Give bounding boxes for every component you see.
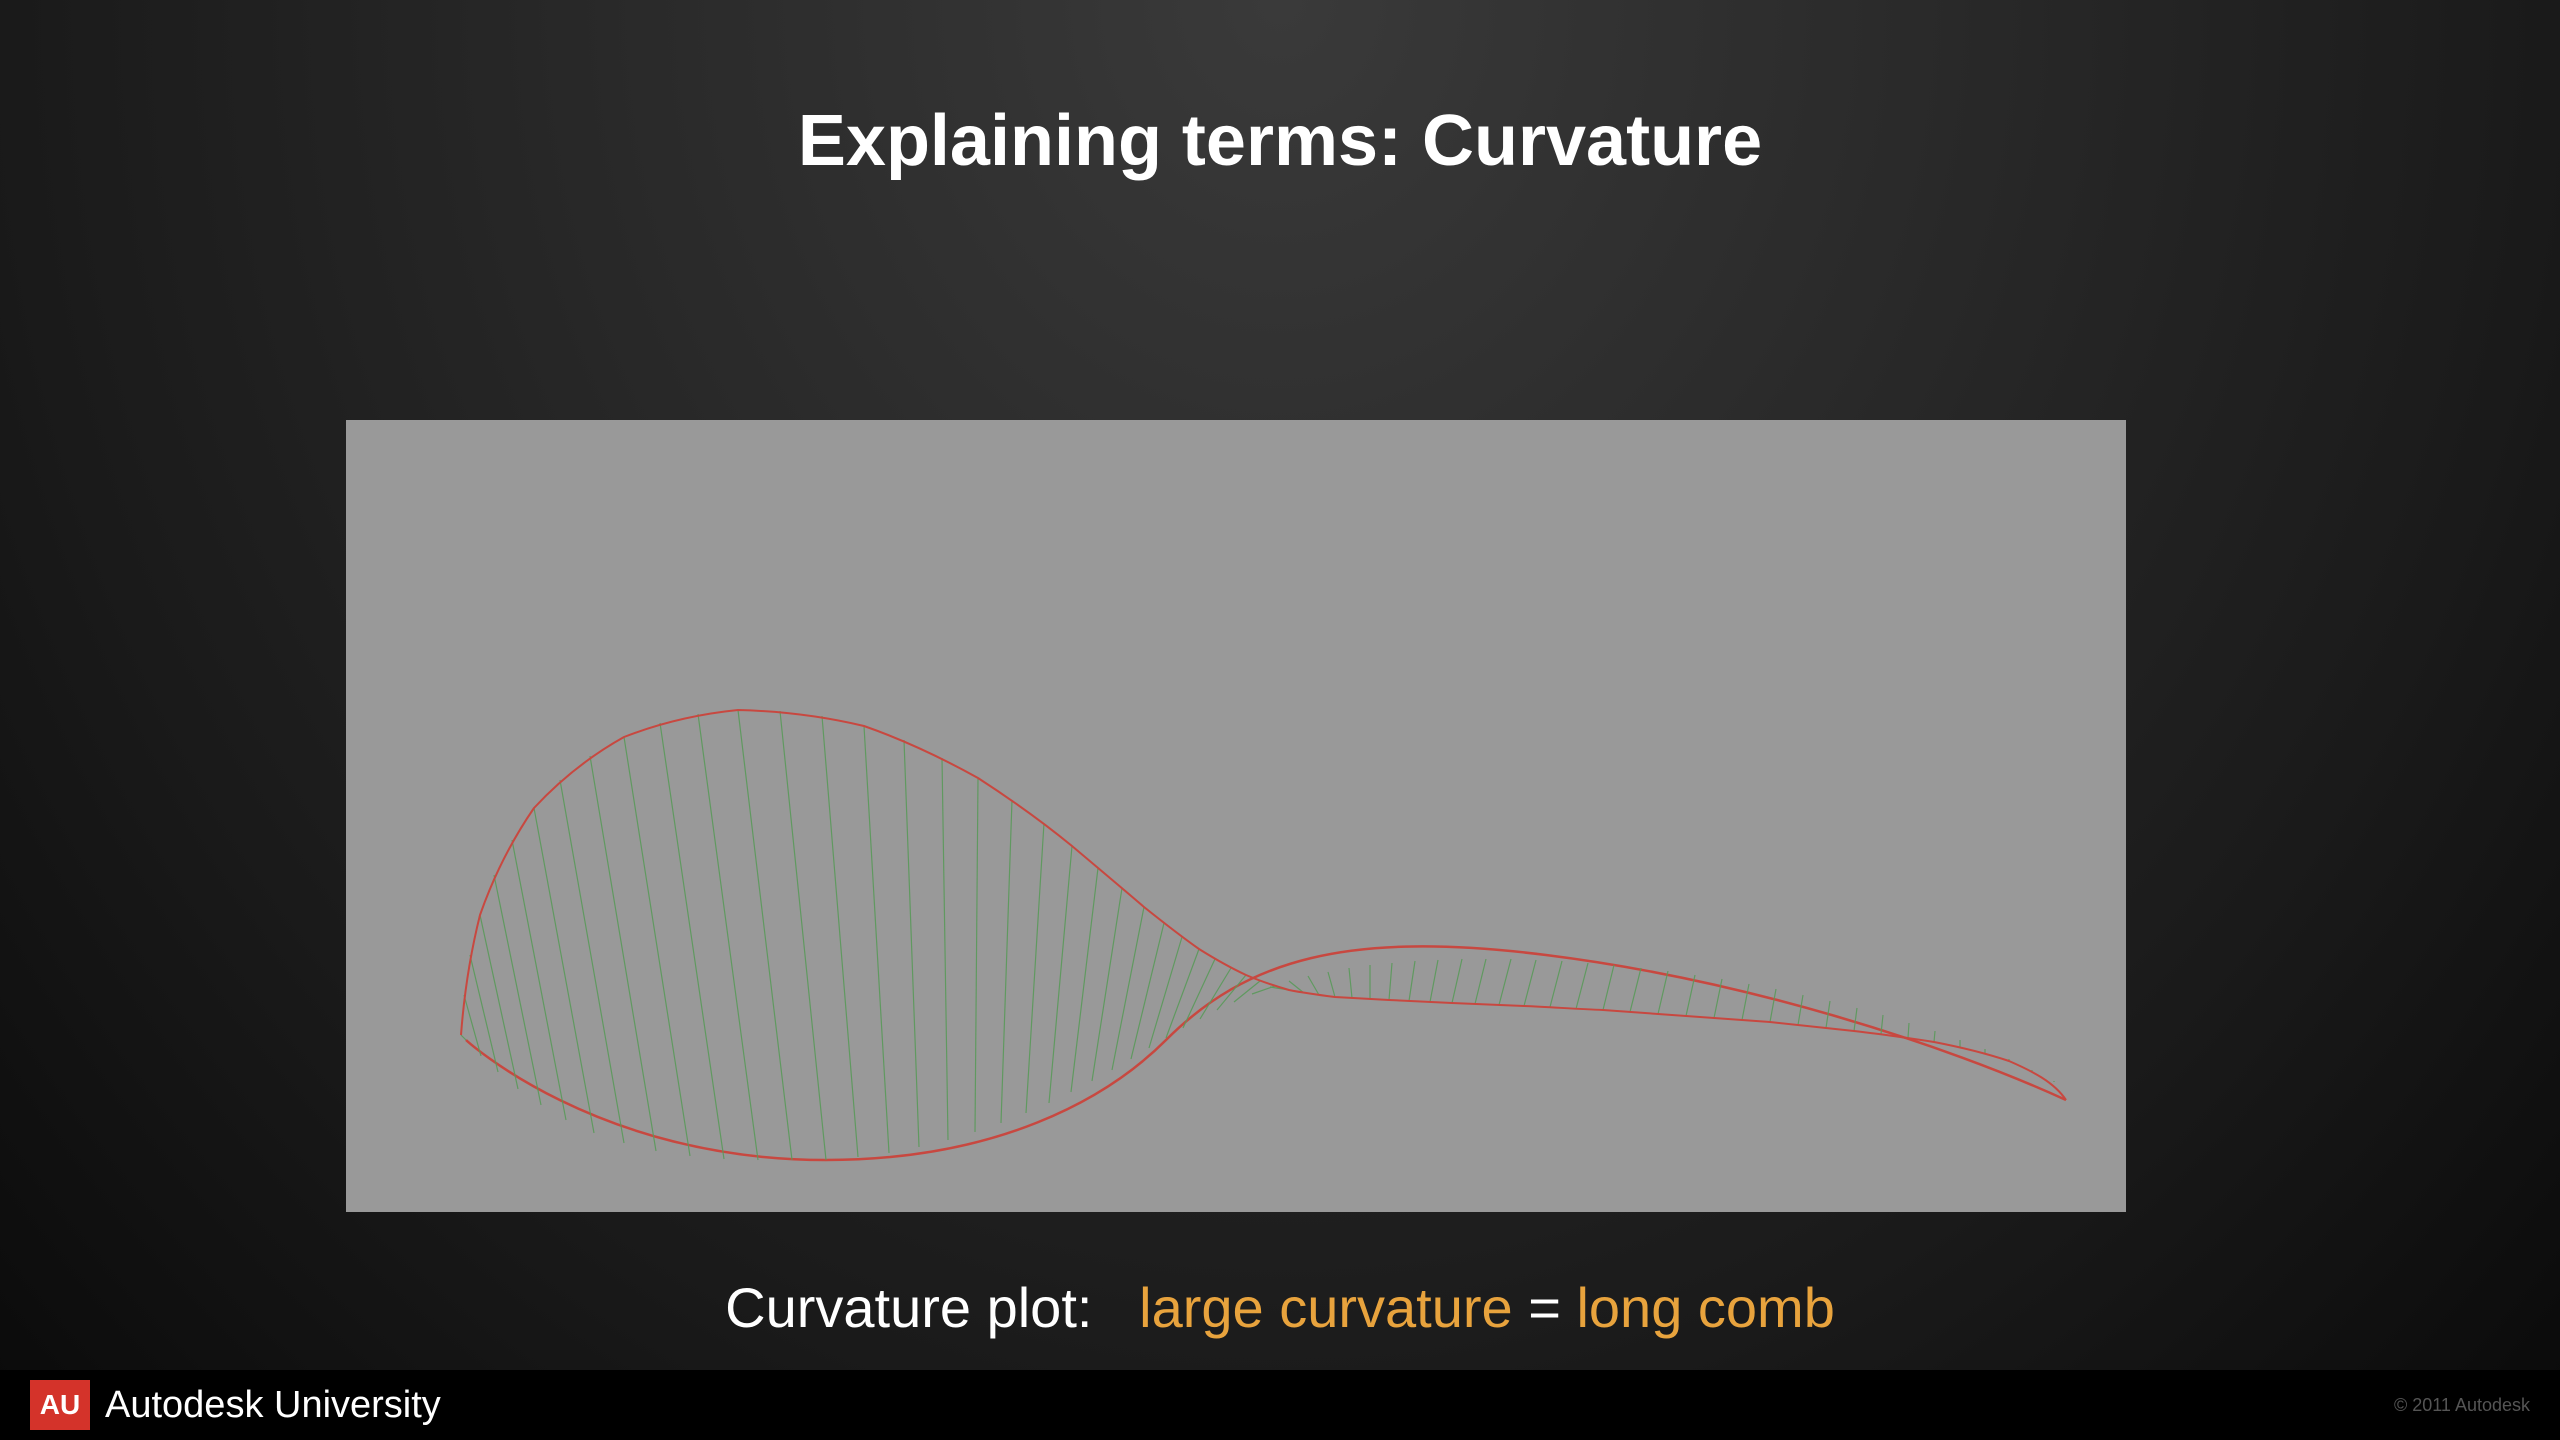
copyright-text: © 2011 Autodesk xyxy=(2394,1395,2530,1416)
curvature-comb-svg xyxy=(346,420,2126,1212)
subtitle-part2: long comb xyxy=(1576,1276,1834,1339)
au-logo-icon: AU xyxy=(30,1380,90,1430)
subtitle: Curvature plot: large curvature = long c… xyxy=(0,1275,2560,1340)
envelope-curve xyxy=(461,710,2066,1100)
footer: AU Autodesk University © 2011 Autodesk xyxy=(0,1370,2560,1440)
curvature-diagram xyxy=(346,420,2126,1212)
subtitle-part1: large curvature xyxy=(1139,1276,1513,1339)
subtitle-equals: = xyxy=(1528,1276,1561,1339)
brand-text: Autodesk University xyxy=(105,1384,441,1427)
base-curve xyxy=(466,946,2066,1160)
subtitle-label: Curvature plot: xyxy=(725,1276,1092,1339)
slide-title: Explaining terms: Curvature xyxy=(0,0,2560,182)
comb-lines xyxy=(461,710,2066,1160)
